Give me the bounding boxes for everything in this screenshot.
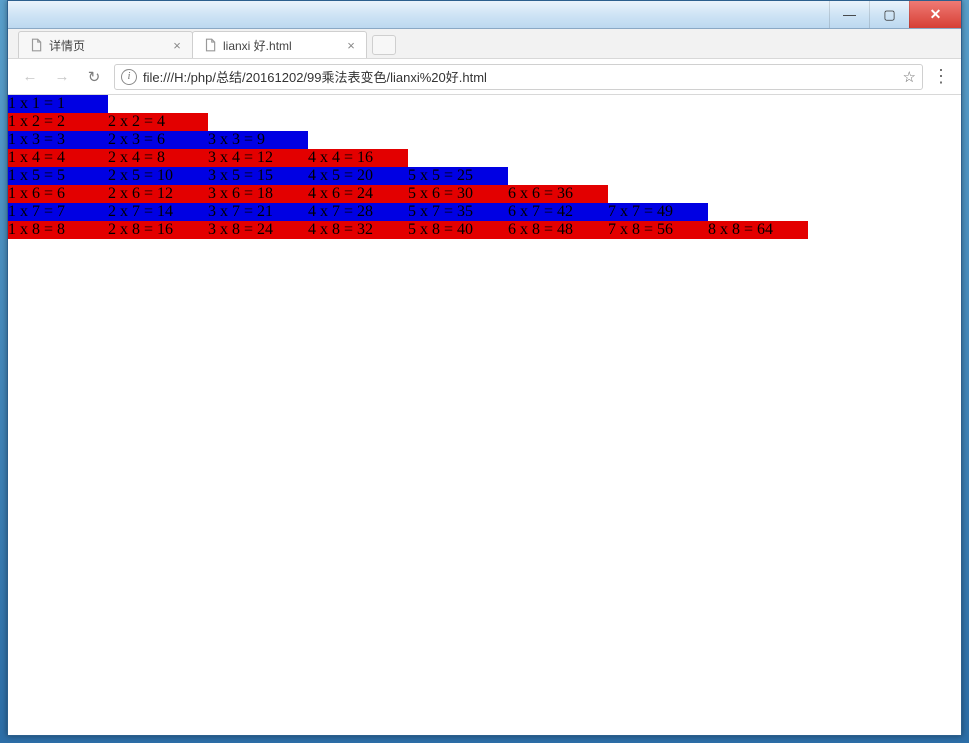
table-cell: 6 x 7 = 42	[508, 203, 608, 221]
browser-window: — ▢ ✕ 详情页 × lianxi 好.html × ← → ↻ i file…	[7, 0, 962, 736]
table-cell: 2 x 4 = 8	[108, 149, 208, 167]
table-cell: 4 x 5 = 20	[308, 167, 408, 185]
table-cell: 1 x 1 = 1	[8, 95, 108, 113]
reload-button[interactable]: ↻	[82, 65, 106, 89]
table-cell: 2 x 6 = 12	[108, 185, 208, 203]
table-cell: 2 x 5 = 10	[108, 167, 208, 185]
table-cell: 3 x 4 = 12	[208, 149, 308, 167]
table-cell: 2 x 2 = 4	[108, 113, 208, 131]
table-cell: 2 x 3 = 6	[108, 131, 208, 149]
arrow-left-icon: ←	[23, 68, 38, 85]
tab-label: lianxi 好.html	[223, 37, 338, 54]
back-button[interactable]: ←	[18, 65, 42, 89]
table-cell: 1 x 6 = 6	[8, 185, 108, 203]
table-cell: 7 x 8 = 56	[608, 221, 708, 239]
table-cell: 1 x 2 = 2	[8, 113, 108, 131]
window-buttons: — ▢ ✕	[829, 1, 961, 28]
tab-0[interactable]: 详情页 ×	[18, 31, 193, 58]
minimize-icon: —	[843, 7, 856, 22]
table-cell: 5 x 7 = 35	[408, 203, 508, 221]
table-cell: 5 x 5 = 25	[408, 167, 508, 185]
maximize-icon: ▢	[883, 7, 895, 23]
table-row: 1 x 7 = 72 x 7 = 143 x 7 = 214 x 7 = 285…	[8, 203, 961, 221]
tab-close-icon[interactable]: ×	[344, 38, 358, 52]
table-cell: 1 x 7 = 7	[8, 203, 108, 221]
close-button[interactable]: ✕	[909, 1, 961, 28]
toolbar: ← → ↻ i file:///H:/php/总结/20161202/99乘法表…	[8, 59, 961, 95]
table-row: 1 x 2 = 22 x 2 = 4	[8, 113, 961, 131]
table-cell: 4 x 8 = 32	[308, 221, 408, 239]
tab-label: 详情页	[49, 37, 164, 54]
table-cell: 2 x 7 = 14	[108, 203, 208, 221]
table-cell: 5 x 6 = 30	[408, 185, 508, 203]
kebab-icon: ⋮	[932, 66, 950, 87]
reload-icon: ↻	[88, 68, 101, 86]
minimize-button[interactable]: —	[829, 1, 869, 28]
close-icon: ✕	[930, 6, 942, 23]
table-row: 1 x 4 = 42 x 4 = 83 x 4 = 124 x 4 = 16	[8, 149, 961, 167]
table-cell: 4 x 7 = 28	[308, 203, 408, 221]
table-cell: 4 x 6 = 24	[308, 185, 408, 203]
page-icon	[203, 38, 217, 52]
window-titlebar: — ▢ ✕	[8, 1, 961, 29]
arrow-right-icon: →	[55, 68, 70, 85]
url-text: file:///H:/php/总结/20161202/99乘法表变色/lianx…	[143, 67, 897, 86]
table-row: 1 x 3 = 32 x 3 = 63 x 3 = 9	[8, 131, 961, 149]
table-row: 1 x 6 = 62 x 6 = 123 x 6 = 184 x 6 = 245…	[8, 185, 961, 203]
info-icon[interactable]: i	[121, 69, 137, 85]
table-cell: 6 x 8 = 48	[508, 221, 608, 239]
table-row: 1 x 8 = 82 x 8 = 163 x 8 = 244 x 8 = 325…	[8, 221, 961, 239]
table-cell: 5 x 8 = 40	[408, 221, 508, 239]
table-cell: 7 x 7 = 49	[608, 203, 708, 221]
table-cell: 3 x 3 = 9	[208, 131, 308, 149]
table-cell: 1 x 3 = 3	[8, 131, 108, 149]
new-tab-button[interactable]	[372, 35, 396, 55]
table-cell: 4 x 4 = 16	[308, 149, 408, 167]
table-row: 1 x 5 = 52 x 5 = 103 x 5 = 154 x 5 = 205…	[8, 167, 961, 185]
table-cell: 3 x 6 = 18	[208, 185, 308, 203]
address-bar[interactable]: i file:///H:/php/总结/20161202/99乘法表变色/lia…	[114, 64, 923, 90]
table-cell: 3 x 7 = 21	[208, 203, 308, 221]
table-cell: 1 x 4 = 4	[8, 149, 108, 167]
maximize-button[interactable]: ▢	[869, 1, 909, 28]
table-cell: 6 x 6 = 36	[508, 185, 608, 203]
menu-button[interactable]: ⋮	[931, 67, 951, 87]
table-cell: 3 x 8 = 24	[208, 221, 308, 239]
forward-button[interactable]: →	[50, 65, 74, 89]
tab-strip: 详情页 × lianxi 好.html ×	[8, 29, 961, 59]
bookmark-star-icon[interactable]: ☆	[903, 68, 916, 86]
table-cell: 2 x 8 = 16	[108, 221, 208, 239]
tab-1[interactable]: lianxi 好.html ×	[192, 31, 367, 58]
table-cell: 3 x 5 = 15	[208, 167, 308, 185]
multiplication-table: 1 x 1 = 11 x 2 = 22 x 2 = 41 x 3 = 32 x …	[8, 95, 961, 239]
tab-close-icon[interactable]: ×	[170, 38, 184, 52]
page-icon	[29, 38, 43, 52]
table-row: 1 x 1 = 1	[8, 95, 961, 113]
table-cell: 1 x 5 = 5	[8, 167, 108, 185]
table-cell: 8 x 8 = 64	[708, 221, 808, 239]
page-viewport[interactable]: 1 x 1 = 11 x 2 = 22 x 2 = 41 x 3 = 32 x …	[8, 95, 961, 735]
table-cell: 1 x 8 = 8	[8, 221, 108, 239]
